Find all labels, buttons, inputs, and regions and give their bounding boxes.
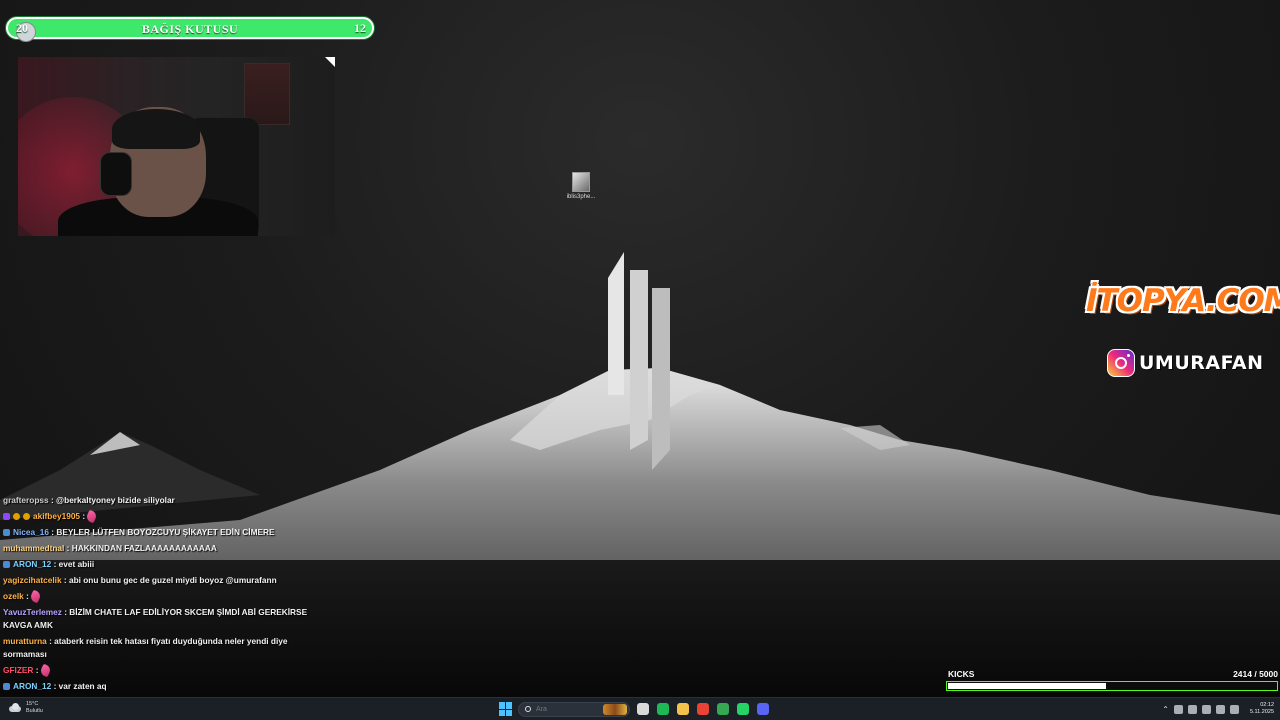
sub-badge-icon xyxy=(3,513,10,521)
sponsor-logo: İTOPYA.COM xyxy=(1086,283,1280,323)
donation-title: BAĞIŞ KUTUSU xyxy=(141,22,239,36)
streamer-hair xyxy=(112,109,200,149)
gift-badge-icon xyxy=(23,513,30,521)
emote-icon xyxy=(29,589,43,604)
mod-badge-icon xyxy=(3,683,10,691)
kicks-current: 2414 xyxy=(1233,669,1252,679)
shortcut-label: iblis3phe... xyxy=(566,194,596,200)
chat-username[interactable]: ARON_12 xyxy=(13,559,51,569)
shortcut-icon xyxy=(572,172,590,192)
chat-text: : abi onu bunu gec de guzel miydi boyoz … xyxy=(61,575,277,585)
chat-username[interactable]: muhammedtnal xyxy=(3,543,64,553)
chevron-up-icon[interactable]: ⌃ xyxy=(1162,705,1169,714)
desktop-shortcut[interactable]: iblis3phe... xyxy=(563,172,599,200)
instagram-icon xyxy=(1107,349,1135,377)
chat-text: : xyxy=(33,665,41,675)
skrillex-logo-icon xyxy=(608,252,670,470)
kicks-progress-fill xyxy=(948,683,1107,689)
clock-date: 5.11.2025 xyxy=(1249,709,1274,715)
weather-widget[interactable]: 15°C Bulutlu xyxy=(8,701,43,715)
weather-desc: Bulutlu xyxy=(26,708,43,714)
chat-username[interactable]: grafteropss xyxy=(3,495,49,505)
chat-message: muratturna : ataberk reisin tek hatası f… xyxy=(0,634,316,663)
taskbar: 15°C Bulutlu ⌃ 02:12 5.11.2025 xyxy=(0,697,1280,720)
chat-text: : var zaten aq xyxy=(51,681,107,691)
donation-goal-bar: 20 BAĞIŞ KUTUSU 12 xyxy=(6,17,374,42)
mod-badge-icon xyxy=(3,561,10,569)
chat-username[interactable]: GFIZER xyxy=(3,665,33,675)
microphone-icon[interactable] xyxy=(1187,704,1197,714)
chat-username[interactable]: Nicea_16 xyxy=(13,527,49,537)
wall-poster xyxy=(244,63,290,125)
chat-text: : evet abiii xyxy=(51,559,95,569)
chat-username[interactable]: akifbey1905 xyxy=(33,511,80,521)
chat-message: ARON_12 : evet abiii xyxy=(0,557,316,573)
chat-message: grafteropss : @berkaltyoney bizide siliy… xyxy=(0,493,316,509)
weather-temp: 15°C xyxy=(26,701,39,707)
chat-username[interactable]: YavuzTerlemez xyxy=(3,607,62,617)
social-handle: UMURAFAN xyxy=(1107,347,1264,379)
chat-username[interactable]: ozelk xyxy=(3,591,24,601)
kicks-goal: KICKS 2414 / 5000 xyxy=(946,669,1280,691)
emote-icon xyxy=(85,509,99,524)
chat-message: ARON_12 : var zaten aq xyxy=(0,679,316,695)
chat-message: ozelk : xyxy=(0,589,316,605)
chat-text: : HAKKINDAN FAZLAAAAAAAAAAAA xyxy=(64,543,217,553)
sponsor-text: İTOPYA.COM xyxy=(1086,283,1280,319)
chat-message: yagizcihatcelik : abi onu bunu gec de gu… xyxy=(0,573,316,589)
whatsapp-icon[interactable] xyxy=(735,702,750,717)
kicks-progress-bar xyxy=(946,681,1278,691)
chat-text: : @berkaltyoney bizide siliyolar xyxy=(48,495,175,505)
chat-panel[interactable]: grafteropss : @berkaltyoney bizide siliy… xyxy=(0,493,316,705)
kicks-label: KICKS xyxy=(948,669,975,679)
clock[interactable]: 02:12 5.11.2025 xyxy=(1250,702,1274,716)
start-button[interactable] xyxy=(499,702,513,716)
kicks-goal-value: / 5000 xyxy=(1254,669,1278,679)
chat-message: Nicea_16 : BEYLER LÜTFEN BOYOZCUYU ŞİKAY… xyxy=(0,525,316,541)
sync-icon[interactable] xyxy=(1173,704,1183,714)
cloudy-weather-icon xyxy=(8,702,22,714)
system-tray: ⌃ 02:12 5.11.2025 xyxy=(1162,700,1274,718)
chat-message: akifbey1905 : xyxy=(0,509,316,525)
taskbar-search[interactable] xyxy=(518,701,630,717)
mod-badge-icon xyxy=(3,529,10,537)
webcam-feed xyxy=(18,57,335,236)
chat-message: YavuzTerlemez : BİZİM CHATE LAF EDİLİYOR… xyxy=(0,605,316,634)
taskbar-apps xyxy=(499,700,770,718)
search-icon xyxy=(525,706,531,712)
gift-badge-icon xyxy=(13,513,20,521)
chrome-alt-icon[interactable] xyxy=(715,702,730,717)
chat-text: : BEYLER LÜTFEN BOYOZCUYU ŞİKAYET EDİN C… xyxy=(48,527,275,537)
clock-time: 02:12 xyxy=(1260,702,1274,708)
discord-icon[interactable] xyxy=(755,702,770,717)
file-explorer-icon[interactable] xyxy=(675,702,690,717)
monitor-icon[interactable] xyxy=(1215,704,1225,714)
kicks-count: 2414 / 5000 xyxy=(1233,669,1278,679)
spotify-icon[interactable] xyxy=(655,702,670,717)
chat-username[interactable]: yagizcihatcelik xyxy=(3,575,62,585)
chrome-icon[interactable] xyxy=(695,702,710,717)
webcam-corner-mark xyxy=(325,57,335,67)
instagram-handle: UMURAFAN xyxy=(1139,352,1264,374)
headset-icon xyxy=(100,152,132,196)
chat-username[interactable]: muratturna xyxy=(3,636,47,646)
file-manager-icon[interactable] xyxy=(635,702,650,717)
chat-message: muhammedtnal : HAKKINDAN FAZLAAAAAAAAAAA… xyxy=(0,541,316,557)
chat-username[interactable]: ARON_12 xyxy=(13,681,51,691)
search-input[interactable] xyxy=(536,705,596,713)
donation-right-value: 12 xyxy=(354,21,366,35)
search-highlight-icon xyxy=(603,703,627,715)
speaker-icon[interactable] xyxy=(1229,704,1239,714)
language-icon[interactable] xyxy=(1201,704,1211,714)
chat-message: GFIZER : xyxy=(0,663,316,679)
